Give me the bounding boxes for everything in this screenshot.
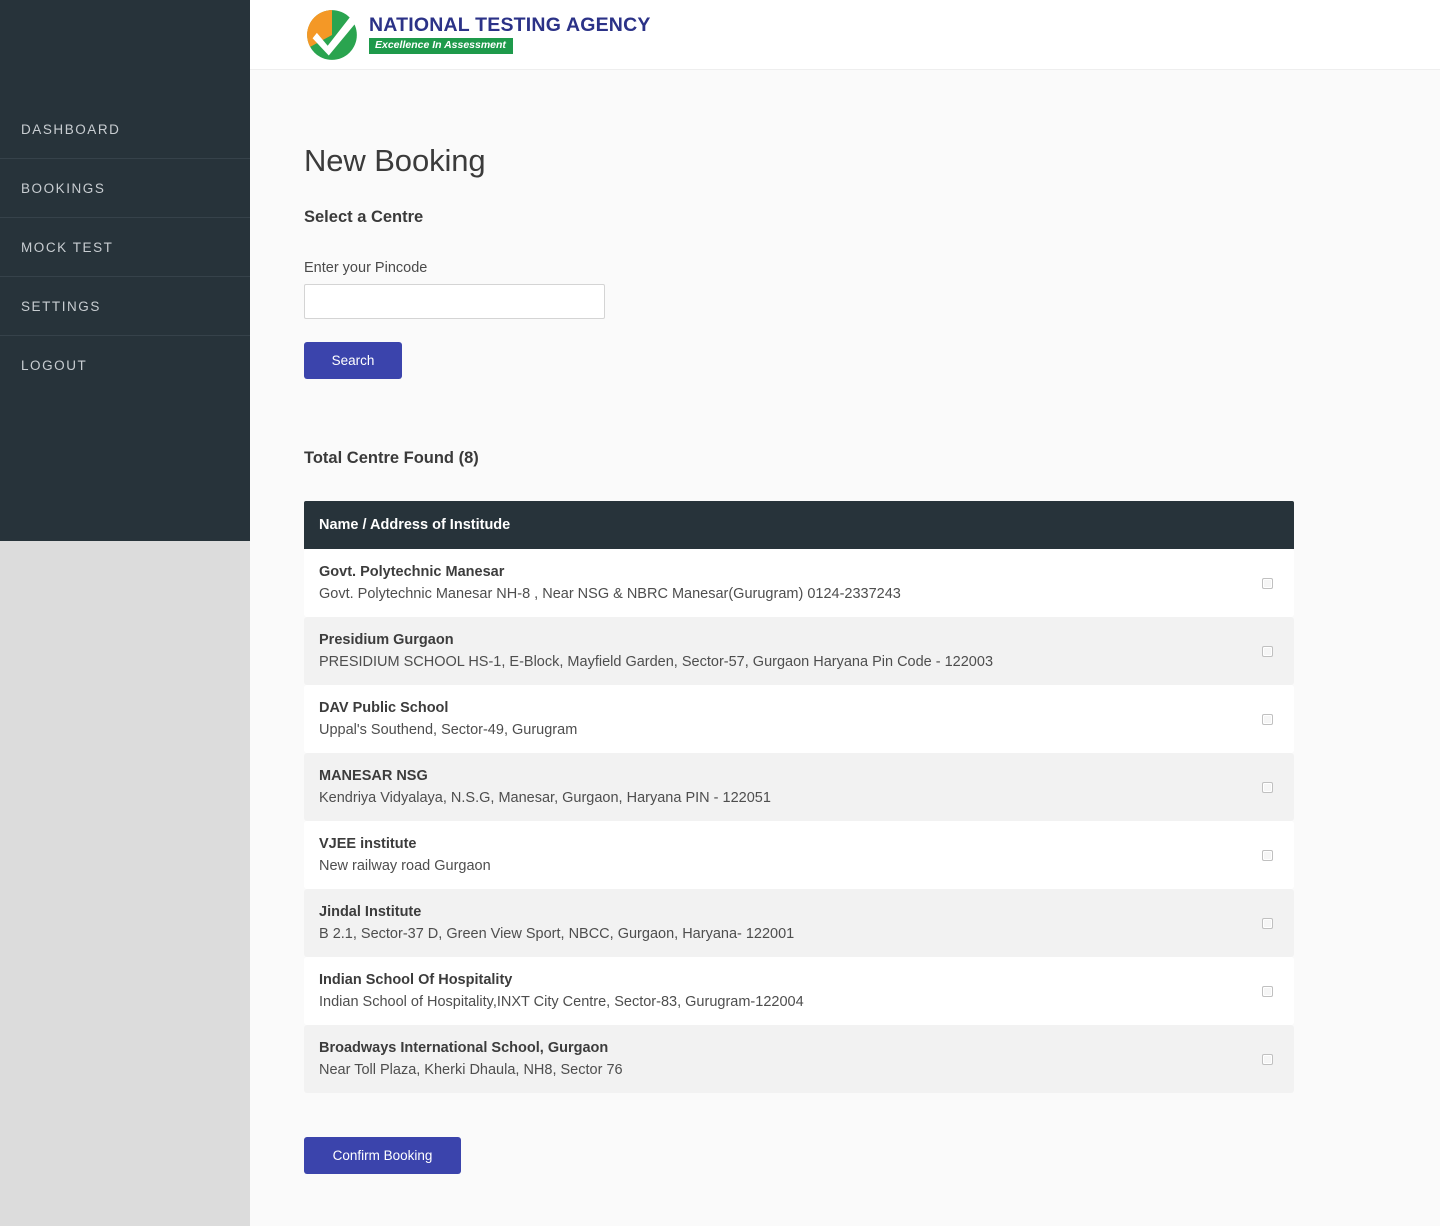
sidebar-nav: DASHBOARD BOOKINGS MOCK TEST SETTINGS LOGOUT bbox=[0, 100, 250, 395]
nta-emblem-icon bbox=[305, 8, 359, 62]
sidebar-item-label: LOGOUT bbox=[21, 358, 87, 373]
pincode-input[interactable] bbox=[304, 284, 605, 319]
centre-address: Govt. Polytechnic Manesar NH-8 , Near NS… bbox=[319, 585, 901, 604]
centre-address: B 2.1, Sector-37 D, Green View Sport, NB… bbox=[319, 925, 794, 944]
sidebar-item-label: SETTINGS bbox=[21, 299, 101, 314]
centres-table: Name / Address of Institude Govt. Polyte… bbox=[304, 501, 1294, 1093]
centre-info: Broadways International School, Gurgaon N… bbox=[319, 1039, 623, 1080]
centre-info: VJEE institute New railway road Gurgaon bbox=[319, 835, 491, 876]
table-row[interactable]: VJEE institute New railway road Gurgaon bbox=[304, 821, 1294, 889]
centre-select-checkbox[interactable] bbox=[1262, 646, 1273, 657]
centre-info: MANESAR NSG Kendriya Vidyalaya, N.S.G, Ma… bbox=[319, 767, 771, 808]
centre-address: Near Toll Plaza, Kherki Dhaula, NH8, Sec… bbox=[319, 1061, 623, 1080]
table-row[interactable]: MANESAR NSG Kendriya Vidyalaya, N.S.G, Ma… bbox=[304, 753, 1294, 821]
sidebar: DASHBOARD BOOKINGS MOCK TEST SETTINGS LOGOUT bbox=[0, 0, 250, 541]
total-centre-found-label: Total Centre Found (8) bbox=[304, 449, 479, 468]
centre-address: PRESIDIUM SCHOOL HS-1, E-Block, Mayfield… bbox=[319, 653, 993, 672]
centre-select-checkbox[interactable] bbox=[1262, 850, 1273, 861]
centre-select-checkbox[interactable] bbox=[1262, 782, 1273, 793]
centre-address: Indian School of Hospitality,INXT City C… bbox=[319, 993, 804, 1012]
sidebar-item-bookings[interactable]: BOOKINGS bbox=[0, 159, 250, 218]
sidebar-item-label: BOOKINGS bbox=[21, 181, 105, 196]
centre-name: MANESAR NSG bbox=[319, 767, 771, 786]
centre-name: Jindal Institute bbox=[319, 903, 794, 922]
table-row[interactable]: Indian School Of Hospitality Indian Schoo… bbox=[304, 957, 1294, 1025]
centre-name: Broadways International School, Gurgaon bbox=[319, 1039, 623, 1058]
table-header-row: Name / Address of Institude bbox=[304, 501, 1294, 549]
brand-tagline: Excellence In Assessment bbox=[369, 38, 513, 54]
centre-select-checkbox[interactable] bbox=[1262, 714, 1273, 725]
centre-address: Uppal's Southend, Sector-49, Gurugram bbox=[319, 721, 577, 740]
page-title: New Booking bbox=[304, 143, 486, 179]
centre-select-checkbox[interactable] bbox=[1262, 578, 1273, 589]
brand-logo: NATIONAL TESTING AGENCY Excellence In As… bbox=[305, 8, 651, 62]
centre-select-checkbox[interactable] bbox=[1262, 1054, 1273, 1065]
centre-name: Presidium Gurgaon bbox=[319, 631, 993, 650]
centre-info: Indian School Of Hospitality Indian Schoo… bbox=[319, 971, 804, 1012]
table-row[interactable]: Govt. Polytechnic Manesar Govt. Polytechn… bbox=[304, 549, 1294, 617]
sidebar-item-label: DASHBOARD bbox=[21, 122, 120, 137]
centre-name: Govt. Polytechnic Manesar bbox=[319, 563, 901, 582]
select-centre-heading: Select a Centre bbox=[304, 208, 423, 227]
main-content: New Booking Select a Centre Enter your P… bbox=[250, 70, 1440, 1226]
centre-info: Govt. Polytechnic Manesar Govt. Polytechn… bbox=[319, 563, 901, 604]
sidebar-item-mock-test[interactable]: MOCK TEST bbox=[0, 218, 250, 277]
table-row[interactable]: Broadways International School, Gurgaon N… bbox=[304, 1025, 1294, 1093]
sidebar-item-settings[interactable]: SETTINGS bbox=[0, 277, 250, 336]
search-button[interactable]: Search bbox=[304, 342, 402, 379]
table-header-label: Name / Address of Institude bbox=[319, 517, 510, 533]
sidebar-item-logout[interactable]: LOGOUT bbox=[0, 336, 250, 395]
centre-info: Jindal Institute B 2.1, Sector-37 D, Gree… bbox=[319, 903, 794, 944]
app-root: DASHBOARD BOOKINGS MOCK TEST SETTINGS LOGOUT… bbox=[0, 0, 1440, 1226]
sidebar-item-dashboard[interactable]: DASHBOARD bbox=[0, 100, 250, 159]
table-row[interactable]: Presidium Gurgaon PRESIDIUM SCHOOL HS-1, … bbox=[304, 617, 1294, 685]
centre-name: VJEE institute bbox=[319, 835, 491, 854]
app-header: NATIONAL TESTING AGENCY Excellence In As… bbox=[250, 0, 1440, 70]
table-row[interactable]: Jindal Institute B 2.1, Sector-37 D, Gree… bbox=[304, 889, 1294, 957]
table-body: Govt. Polytechnic Manesar Govt. Polytechn… bbox=[304, 549, 1294, 1093]
centre-address: Kendriya Vidyalaya, N.S.G, Manesar, Gurg… bbox=[319, 789, 771, 808]
pincode-label: Enter your Pincode bbox=[304, 260, 427, 276]
centre-name: DAV Public School bbox=[319, 699, 577, 718]
brand-title: NATIONAL TESTING AGENCY bbox=[369, 16, 651, 36]
brand-text: NATIONAL TESTING AGENCY Excellence In As… bbox=[369, 16, 651, 54]
centre-info: Presidium Gurgaon PRESIDIUM SCHOOL HS-1, … bbox=[319, 631, 993, 672]
centre-select-checkbox[interactable] bbox=[1262, 918, 1273, 929]
confirm-booking-button[interactable]: Confirm Booking bbox=[304, 1137, 461, 1174]
centre-name: Indian School Of Hospitality bbox=[319, 971, 804, 990]
centre-select-checkbox[interactable] bbox=[1262, 986, 1273, 997]
table-row[interactable]: DAV Public School Uppal's Southend, Secto… bbox=[304, 685, 1294, 753]
centre-info: DAV Public School Uppal's Southend, Secto… bbox=[319, 699, 577, 740]
sidebar-column: DASHBOARD BOOKINGS MOCK TEST SETTINGS LOGOUT bbox=[0, 0, 250, 1226]
centre-address: New railway road Gurgaon bbox=[319, 857, 491, 876]
sidebar-item-label: MOCK TEST bbox=[21, 240, 113, 255]
